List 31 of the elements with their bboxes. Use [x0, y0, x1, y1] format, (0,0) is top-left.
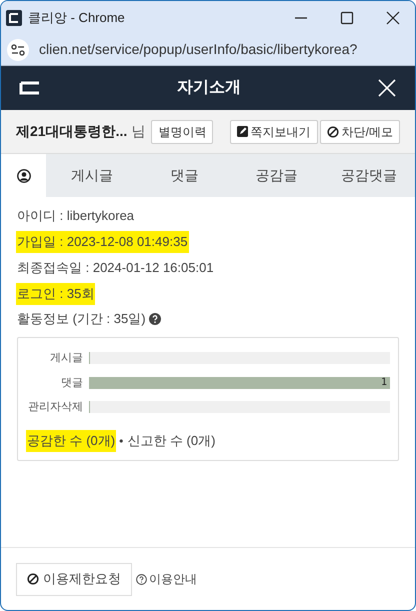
- history-button[interactable]: 별명이력: [151, 120, 214, 144]
- activity-title: 활동정보 (기간 : 35일): [17, 310, 146, 328]
- help-icon[interactable]: [148, 312, 161, 324]
- stat-text: 공감한 수 (0개): [26, 430, 116, 452]
- stat-text: 신고한 수 (0개): [126, 432, 216, 450]
- block-button[interactable]: 차단/메모: [320, 120, 400, 144]
- logo-icon: [19, 81, 41, 95]
- block-icon: [27, 573, 39, 585]
- help-icon: [136, 574, 147, 584]
- bar-label: 관리자삭제: [27, 400, 83, 415]
- usage-guide-link[interactable]: 이용안내: [136, 570, 197, 588]
- info-line: 아이디 : libertykorea: [16, 207, 136, 225]
- user-icon: [16, 168, 30, 182]
- bar-value: 1: [380, 376, 387, 389]
- page-title: 자기소개: [176, 78, 242, 98]
- restriction-request-button[interactable]: 이용제한요청: [16, 562, 132, 596]
- block-icon: [326, 126, 339, 138]
- app-icon: [6, 10, 22, 26]
- user-nickname: 제21대대통령한...: [16, 122, 128, 141]
- message-button[interactable]: 쪽지보내기: [230, 120, 318, 144]
- bar-label: 댓글: [60, 376, 83, 390]
- maximize-icon[interactable]: [340, 10, 354, 24]
- close-icon[interactable]: [386, 10, 400, 24]
- bar-label: 게시글: [49, 351, 83, 366]
- honorific-label: 님: [131, 122, 146, 141]
- profile-tab[interactable]: [1, 154, 46, 197]
- window-title: 클리앙 - Chrome: [28, 8, 125, 27]
- info-line: 최종접속일 : 2024-01-12 16:05:01: [16, 259, 215, 277]
- pencil-icon: [236, 126, 248, 137]
- site-info-icon[interactable]: [7, 38, 29, 60]
- bullet-separator: •: [119, 432, 124, 450]
